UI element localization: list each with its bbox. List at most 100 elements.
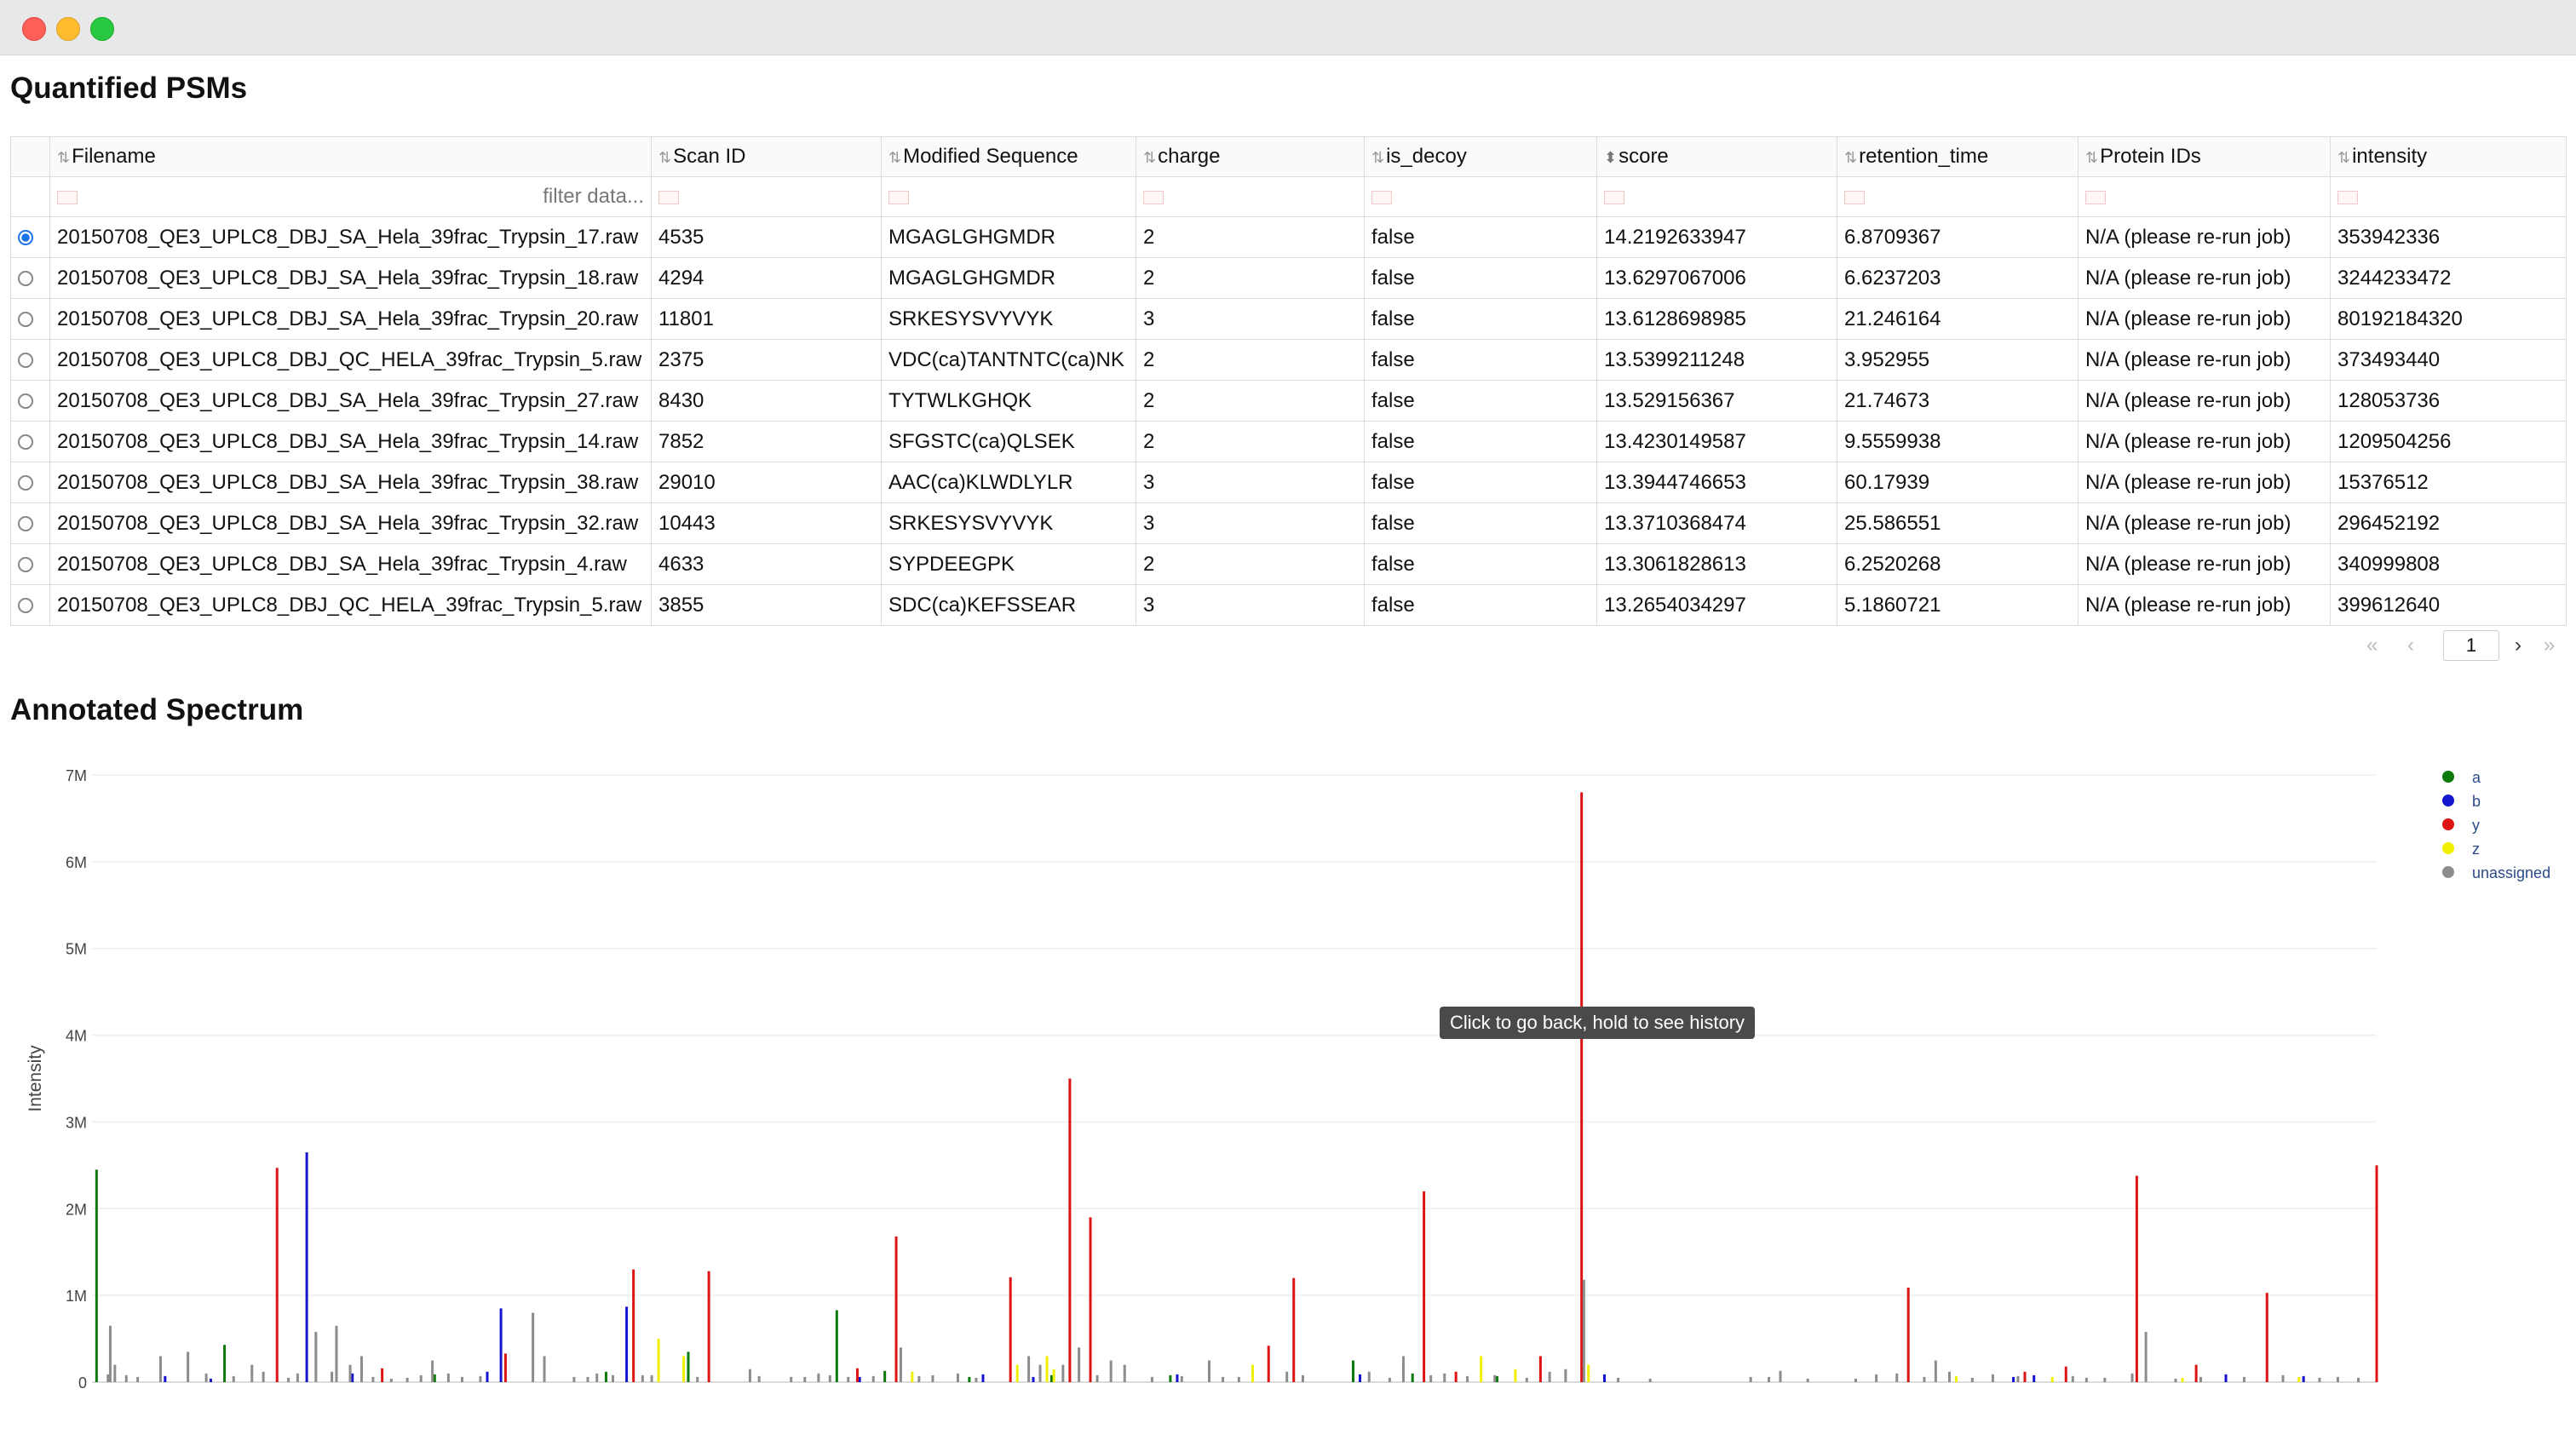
column-header[interactable]: ⇅retention_time: [1837, 136, 2079, 177]
legend-label-unassigned[interactable]: unassigned: [2472, 864, 2550, 881]
zoom-window-button[interactable]: [90, 17, 114, 41]
table-cell: SDC(ca)KEFSSEAR: [881, 584, 1136, 626]
row-select-cell[interactable]: [10, 380, 50, 422]
table-cell: AAC(ca)KLWDLYLR: [881, 462, 1136, 503]
y-tick-label: 6M: [66, 854, 87, 871]
filter-input[interactable]: filter data...: [543, 185, 644, 209]
column-filter-cell[interactable]: [651, 176, 882, 217]
legend-marker-unassigned[interactable]: [2442, 866, 2454, 878]
column-header[interactable]: ⇅Filename: [49, 136, 652, 177]
minimize-window-button[interactable]: [56, 17, 80, 41]
table-row[interactable]: 20150708_QE3_UPLC8_DBJ_SA_Hela_39frac_Tr…: [10, 257, 2567, 299]
row-select-cell[interactable]: [10, 298, 50, 340]
filter-toggle-icon[interactable]: [1604, 190, 1624, 204]
filter-toggle-icon[interactable]: [1844, 190, 1865, 204]
table-row[interactable]: 20150708_QE3_UPLC8_DBJ_QC_HELA_39frac_Tr…: [10, 584, 2567, 626]
sort-icon[interactable]: ⇅: [1143, 149, 1156, 166]
spectrum-chart[interactable]: 0 1M 2M 3M 4M 5M 6M 7M Intensity abyz unassigned: [0, 749, 2576, 1414]
filter-toggle-icon[interactable]: [888, 190, 909, 204]
row-radio-button[interactable]: [18, 353, 33, 369]
table-cell: 3.952955: [1837, 339, 2079, 381]
last-page-button[interactable]: »: [2544, 634, 2555, 657]
table-row[interactable]: 20150708_QE3_UPLC8_DBJ_SA_Hela_39frac_Tr…: [10, 216, 2567, 258]
sort-icon[interactable]: ⇅: [2337, 149, 2350, 166]
column-header-label: retention_time: [1859, 145, 1989, 168]
table-row[interactable]: 20150708_QE3_UPLC8_DBJ_QC_HELA_39frac_Tr…: [10, 339, 2567, 381]
column-header[interactable]: ⇅Scan ID: [651, 136, 882, 177]
column-filter-cell[interactable]: [2078, 176, 2331, 217]
first-page-button[interactable]: «: [2366, 634, 2378, 657]
table-cell: 80192184320: [2330, 298, 2567, 340]
legend-label-y[interactable]: y: [2472, 817, 2480, 834]
row-select-cell[interactable]: [10, 462, 50, 503]
column-header[interactable]: ⇅Protein IDs: [2078, 136, 2331, 177]
column-filter-cell[interactable]: [1837, 176, 2079, 217]
column-filter-cell[interactable]: [2330, 176, 2567, 217]
table-row[interactable]: 20150708_QE3_UPLC8_DBJ_SA_Hela_39frac_Tr…: [10, 298, 2567, 340]
filter-toggle-icon[interactable]: [1143, 190, 1164, 204]
table-row[interactable]: 20150708_QE3_UPLC8_DBJ_SA_Hela_39frac_Tr…: [10, 462, 2567, 503]
row-radio-button[interactable]: [18, 475, 33, 491]
filter-toggle-icon[interactable]: [2337, 190, 2358, 204]
column-header[interactable]: ⇅intensity: [2330, 136, 2567, 177]
row-radio-button[interactable]: [18, 434, 33, 451]
filter-toggle-icon[interactable]: [57, 190, 78, 204]
row-select-cell[interactable]: [10, 584, 50, 626]
filter-toggle-icon[interactable]: [1371, 190, 1392, 204]
column-header-label: charge: [1158, 145, 1221, 168]
row-select-cell[interactable]: [10, 257, 50, 299]
table-row[interactable]: 20150708_QE3_UPLC8_DBJ_SA_Hela_39frac_Tr…: [10, 421, 2567, 462]
column-filter-cell[interactable]: [1136, 176, 1365, 217]
table-row[interactable]: 20150708_QE3_UPLC8_DBJ_SA_Hela_39frac_Tr…: [10, 543, 2567, 585]
sort-icon[interactable]: ⇅: [658, 149, 671, 166]
previous-page-button[interactable]: ‹: [2407, 634, 2414, 657]
table-cell: TYTWLKGHQK: [881, 380, 1136, 422]
table-cell: 13.3710368474: [1596, 502, 1837, 544]
legend-marker-y[interactable]: [2442, 818, 2454, 830]
row-radio-button[interactable]: [18, 598, 33, 614]
row-select-cell[interactable]: [10, 543, 50, 585]
sort-icon[interactable]: ⬍: [1604, 149, 1617, 166]
row-radio-button[interactable]: [18, 557, 33, 573]
column-header[interactable]: ⇅is_decoy: [1364, 136, 1597, 177]
table-row[interactable]: 20150708_QE3_UPLC8_DBJ_SA_Hela_39frac_Tr…: [10, 380, 2567, 422]
row-radio-button[interactable]: [18, 271, 33, 287]
column-header[interactable]: ⇅charge: [1136, 136, 1365, 177]
row-radio-button[interactable]: [18, 516, 33, 532]
table-row[interactable]: 20150708_QE3_UPLC8_DBJ_SA_Hela_39frac_Tr…: [10, 502, 2567, 544]
column-filter-cell[interactable]: [1596, 176, 1837, 217]
table-cell: N/A (please re-run job): [2078, 462, 2331, 503]
column-filter-cell[interactable]: [1364, 176, 1597, 217]
sort-icon[interactable]: ⇅: [2085, 149, 2098, 166]
legend-marker-b[interactable]: [2442, 795, 2454, 806]
filter-toggle-icon[interactable]: [2085, 190, 2106, 204]
row-radio-button[interactable]: [18, 230, 33, 246]
table-cell: 2375: [651, 339, 882, 381]
column-filter-cell[interactable]: [881, 176, 1136, 217]
table-cell: 13.2654034297: [1596, 584, 1837, 626]
sort-icon[interactable]: ⇅: [1844, 149, 1857, 166]
row-select-cell[interactable]: [10, 339, 50, 381]
legend-label-a[interactable]: a: [2472, 769, 2481, 786]
table-cell: 3244233472: [2330, 257, 2567, 299]
row-select-cell[interactable]: [10, 421, 50, 462]
legend-marker-a[interactable]: [2442, 771, 2454, 783]
row-select-cell[interactable]: [10, 502, 50, 544]
page-number-input[interactable]: 1: [2443, 630, 2499, 661]
sort-icon[interactable]: ⇅: [888, 149, 901, 166]
table-cell: 3: [1136, 502, 1365, 544]
row-select-cell[interactable]: [10, 216, 50, 258]
column-filter-cell[interactable]: filter data...: [49, 176, 652, 217]
close-window-button[interactable]: [22, 17, 46, 41]
column-header[interactable]: ⇅Modified Sequence: [881, 136, 1136, 177]
legend-label-b[interactable]: b: [2472, 793, 2481, 810]
filter-toggle-icon[interactable]: [658, 190, 679, 204]
column-header[interactable]: ⬍score: [1596, 136, 1837, 177]
next-page-button[interactable]: ›: [2515, 634, 2521, 657]
legend-label-z[interactable]: z: [2472, 841, 2480, 858]
row-radio-button[interactable]: [18, 312, 33, 328]
sort-icon[interactable]: ⇅: [1371, 149, 1384, 166]
sort-icon[interactable]: ⇅: [57, 149, 70, 166]
legend-marker-z[interactable]: [2442, 842, 2454, 854]
row-radio-button[interactable]: [18, 393, 33, 410]
